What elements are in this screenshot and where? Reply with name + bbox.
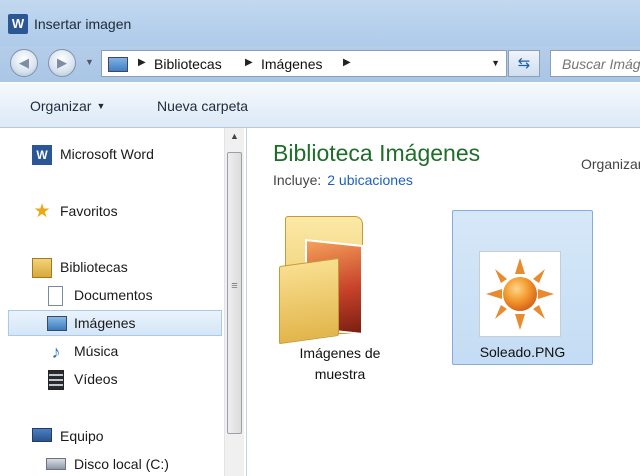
nav-item-libraries[interactable]: Bibliotecas	[32, 255, 222, 281]
nav-item-label: Música	[74, 343, 119, 359]
file-item-name: Soleado.PNG	[479, 344, 566, 360]
nav-item-music[interactable]: ♪ Música	[46, 339, 222, 365]
navigation-bar: ◀ ▶ ▼ ▶ Bibliotecas ▶ Imágenes ▶ ▼ ⇆	[0, 46, 640, 82]
pictures-library-icon	[108, 57, 128, 72]
folder-front-icon	[279, 257, 339, 345]
window-title: Insertar imagen	[34, 16, 132, 32]
library-title: Biblioteca Imágenes	[273, 140, 481, 166]
sun-icon	[486, 258, 554, 330]
includes-locations-link[interactable]: 2 ubicaciones	[327, 172, 413, 188]
nav-item-documents[interactable]: Documentos	[46, 283, 222, 309]
nav-item-label: Disco local (C:)	[74, 456, 169, 472]
library-includes: Incluye: 2 ubicaciones	[273, 172, 413, 188]
arrow-right-icon: ▶	[57, 55, 67, 70]
nav-item-favorites[interactable]: ★ Favoritos	[32, 199, 222, 225]
includes-label: Incluye:	[273, 172, 322, 188]
arrow-left-icon: ◀	[19, 55, 29, 70]
grip-icon: ≡	[231, 280, 238, 292]
nav-item-label: Microsoft Word	[60, 146, 154, 162]
breadcrumb-separator-icon[interactable]: ▶	[245, 57, 253, 68]
navigation-pane-scrollbar[interactable]: ▲ ≡	[224, 128, 244, 476]
scrollbar-thumb[interactable]: ≡	[227, 152, 242, 434]
word-app-icon: W	[8, 14, 28, 34]
refresh-button[interactable]: ⇆	[508, 50, 540, 77]
scroll-up-icon[interactable]: ▲	[225, 131, 244, 141]
insert-image-dialog: W Insertar imagen ◀ ▶ ▼ ▶ Bibliotecas ▶ …	[0, 0, 640, 476]
nav-item-label: Documentos	[74, 287, 153, 303]
nav-item-label: Imágenes	[74, 315, 136, 331]
address-dropdown-icon[interactable]: ▼	[491, 58, 500, 68]
nav-item-computer[interactable]: Equipo	[32, 424, 222, 450]
nav-item-label: Favoritos	[60, 203, 118, 219]
recent-locations-dropdown[interactable]: ▼	[85, 57, 94, 67]
breadcrumb-libraries[interactable]: Bibliotecas	[154, 56, 222, 72]
computer-icon	[32, 428, 52, 442]
command-toolbar: Organizar ▼ Nueva carpeta	[0, 82, 640, 128]
breadcrumb-pictures[interactable]: Imágenes	[261, 56, 322, 72]
file-item-sample-pictures[interactable]: Imágenes de muestra	[273, 210, 407, 386]
nav-item-local-disk[interactable]: Disco local (C:)	[46, 452, 222, 476]
word-icon: W	[32, 145, 52, 165]
star-icon: ★	[33, 201, 51, 222]
navigation-pane: W Microsoft Word ★ Favoritos Bibliotecas…	[0, 128, 247, 476]
nav-item-label: Bibliotecas	[60, 259, 128, 275]
image-thumbnail	[479, 251, 561, 337]
arrange-by-label[interactable]: Organizar por:	[581, 156, 640, 172]
chevron-down-icon: ▼	[96, 101, 106, 111]
breadcrumb-separator-icon[interactable]: ▶	[138, 57, 146, 68]
breadcrumb-separator-icon[interactable]: ▶	[343, 57, 351, 68]
organize-label: Organizar	[30, 98, 92, 114]
file-list: Biblioteca Imágenes Incluye: 2 ubicacione…	[247, 128, 640, 476]
address-bar[interactable]: ▶ Bibliotecas ▶ Imágenes ▶ ▼	[101, 50, 507, 77]
nav-item-label: Vídeos	[74, 371, 118, 387]
forward-button[interactable]: ▶	[48, 49, 76, 77]
back-button[interactable]: ◀	[10, 49, 38, 77]
nav-item-label: Equipo	[60, 428, 104, 444]
refresh-icon: ⇆	[517, 55, 531, 72]
file-item-soleado-png[interactable]: Soleado.PNG	[452, 210, 593, 365]
file-item-name-line2: muestra	[314, 366, 366, 382]
new-folder-button[interactable]: Nueva carpeta	[157, 98, 248, 114]
search-input[interactable]	[550, 50, 640, 77]
music-icon: ♪	[51, 342, 61, 362]
nav-item-microsoft-word[interactable]: W Microsoft Word	[32, 142, 222, 168]
nav-item-videos[interactable]: Vídeos	[46, 367, 222, 393]
nav-item-pictures[interactable]: Imágenes	[8, 310, 222, 336]
file-item-name-line1: Imágenes de	[299, 345, 381, 361]
video-icon	[48, 370, 64, 390]
document-icon	[48, 286, 63, 306]
hard-disk-icon	[46, 458, 66, 470]
library-icon	[32, 258, 52, 278]
organize-button[interactable]: Organizar ▼	[30, 98, 105, 114]
title-bar: W Insertar imagen	[0, 0, 640, 46]
pictures-icon	[47, 316, 67, 331]
